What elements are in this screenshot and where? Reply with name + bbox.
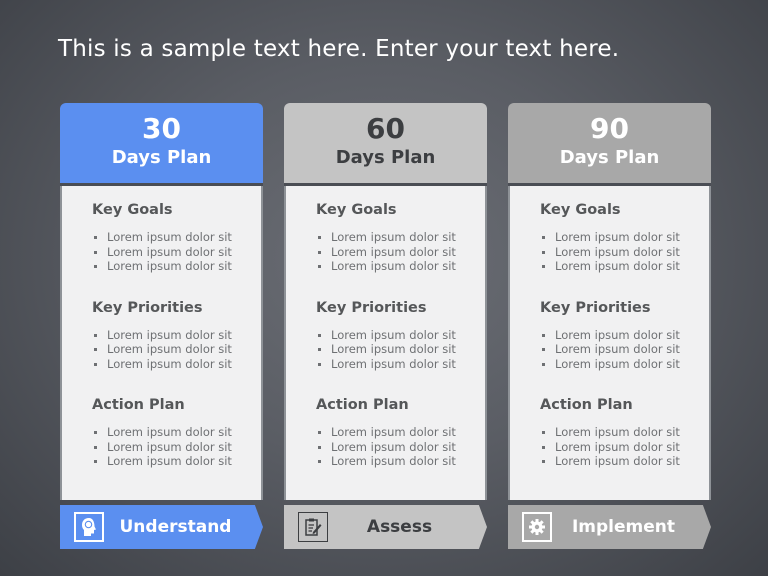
bullet-list: Lorem ipsum dolor sit Lorem ipsum dolor …: [92, 425, 261, 469]
section-action-plan: Action Plan Lorem ipsum dolor sit Lorem …: [92, 371, 261, 469]
plan-label: Days Plan: [335, 147, 436, 168]
list-item: Lorem ipsum dolor sit: [92, 454, 261, 469]
plan-header: 30 Days Plan: [60, 103, 263, 186]
plan-card-30: 30 Days Plan Key Goals Lorem ipsum dolor…: [60, 103, 263, 500]
section-key-goals: Key Goals Lorem ipsum dolor sit Lorem ip…: [92, 186, 261, 274]
section-key-goals: Key Goals Lorem ipsum dolor sit Lorem ip…: [540, 186, 709, 274]
section-title: Key Priorities: [92, 299, 203, 316]
plan-header: 90 Days Plan: [508, 103, 711, 186]
section-title: Key Goals: [540, 202, 621, 218]
head-brain-icon: [74, 512, 104, 542]
list-item: Lorem ipsum dolor sit: [540, 454, 709, 469]
list-item: Lorem ipsum dolor sit: [316, 440, 485, 455]
plan-card-60: 60 Days Plan Key Goals Lorem ipsum dolor…: [284, 103, 487, 500]
list-item: Lorem ipsum dolor sit: [92, 230, 261, 245]
bullet-list: Lorem ipsum dolor sit Lorem ipsum dolor …: [540, 328, 709, 372]
section-title: Key Goals: [92, 202, 173, 218]
list-item: Lorem ipsum dolor sit: [316, 230, 485, 245]
bullet-list: Lorem ipsum dolor sit Lorem ipsum dolor …: [540, 230, 709, 274]
plan-label: Days Plan: [559, 147, 660, 168]
stage-tag-understand: Understand: [60, 505, 263, 549]
section-key-priorities: Key Priorities Lorem ipsum dolor sit Lor…: [92, 274, 261, 372]
list-item: Lorem ipsum dolor sit: [316, 259, 485, 274]
plan-number: 90: [590, 112, 629, 145]
list-item: Lorem ipsum dolor sit: [540, 328, 709, 343]
section-key-goals: Key Goals Lorem ipsum dolor sit Lorem ip…: [316, 186, 485, 274]
list-item: Lorem ipsum dolor sit: [540, 440, 709, 455]
section-title: Action Plan: [540, 397, 633, 413]
list-item: Lorem ipsum dolor sit: [316, 425, 485, 440]
list-item: Lorem ipsum dolor sit: [92, 342, 261, 357]
section-title: Action Plan: [92, 397, 185, 413]
list-item: Lorem ipsum dolor sit: [92, 328, 261, 343]
stage-tag-implement: Implement: [508, 505, 711, 549]
list-item: Lorem ipsum dolor sit: [316, 357, 485, 372]
section-title: Key Priorities: [540, 299, 651, 316]
list-item: Lorem ipsum dolor sit: [316, 328, 485, 343]
plan-body: Key Goals Lorem ipsum dolor sit Lorem ip…: [284, 186, 487, 500]
stage-tag-assess: Assess: [284, 505, 487, 549]
bullet-list: Lorem ipsum dolor sit Lorem ipsum dolor …: [92, 328, 261, 372]
plan-body: Key Goals Lorem ipsum dolor sit Lorem ip…: [508, 186, 711, 500]
slide-title: This is a sample text here. Enter your t…: [58, 36, 620, 62]
section-key-priorities: Key Priorities Lorem ipsum dolor sit Lor…: [316, 274, 485, 372]
list-item: Lorem ipsum dolor sit: [92, 245, 261, 260]
section-title: Action Plan: [316, 397, 409, 413]
list-item: Lorem ipsum dolor sit: [92, 440, 261, 455]
list-item: Lorem ipsum dolor sit: [540, 259, 709, 274]
gear-icon: [522, 512, 552, 542]
list-item: Lorem ipsum dolor sit: [540, 245, 709, 260]
plan-label: Days Plan: [111, 147, 212, 168]
plan-body: Key Goals Lorem ipsum dolor sit Lorem ip…: [60, 186, 263, 500]
stage-label: Understand: [119, 517, 232, 537]
list-item: Lorem ipsum dolor sit: [540, 230, 709, 245]
bullet-list: Lorem ipsum dolor sit Lorem ipsum dolor …: [316, 425, 485, 469]
list-item: Lorem ipsum dolor sit: [540, 357, 709, 372]
section-title: Key Priorities: [316, 299, 427, 316]
list-item: Lorem ipsum dolor sit: [316, 245, 485, 260]
list-item: Lorem ipsum dolor sit: [92, 425, 261, 440]
section-title: Key Goals: [316, 202, 397, 218]
stage-label: Assess: [366, 517, 433, 537]
bullet-list: Lorem ipsum dolor sit Lorem ipsum dolor …: [316, 328, 485, 372]
clipboard-icon: [298, 512, 328, 542]
list-item: Lorem ipsum dolor sit: [316, 454, 485, 469]
plan-header: 60 Days Plan: [284, 103, 487, 186]
list-item: Lorem ipsum dolor sit: [316, 342, 485, 357]
section-action-plan: Action Plan Lorem ipsum dolor sit Lorem …: [540, 371, 709, 469]
section-key-priorities: Key Priorities Lorem ipsum dolor sit Lor…: [540, 274, 709, 372]
plan-card-90: 90 Days Plan Key Goals Lorem ipsum dolor…: [508, 103, 711, 500]
bullet-list: Lorem ipsum dolor sit Lorem ipsum dolor …: [92, 230, 261, 274]
section-action-plan: Action Plan Lorem ipsum dolor sit Lorem …: [316, 371, 485, 469]
bullet-list: Lorem ipsum dolor sit Lorem ipsum dolor …: [316, 230, 485, 274]
list-item: Lorem ipsum dolor sit: [92, 357, 261, 372]
list-item: Lorem ipsum dolor sit: [540, 342, 709, 357]
bullet-list: Lorem ipsum dolor sit Lorem ipsum dolor …: [540, 425, 709, 469]
list-item: Lorem ipsum dolor sit: [540, 425, 709, 440]
plan-number: 60: [366, 112, 405, 145]
list-item: Lorem ipsum dolor sit: [92, 259, 261, 274]
plan-number: 30: [142, 112, 181, 145]
stage-label: Implement: [571, 517, 676, 537]
